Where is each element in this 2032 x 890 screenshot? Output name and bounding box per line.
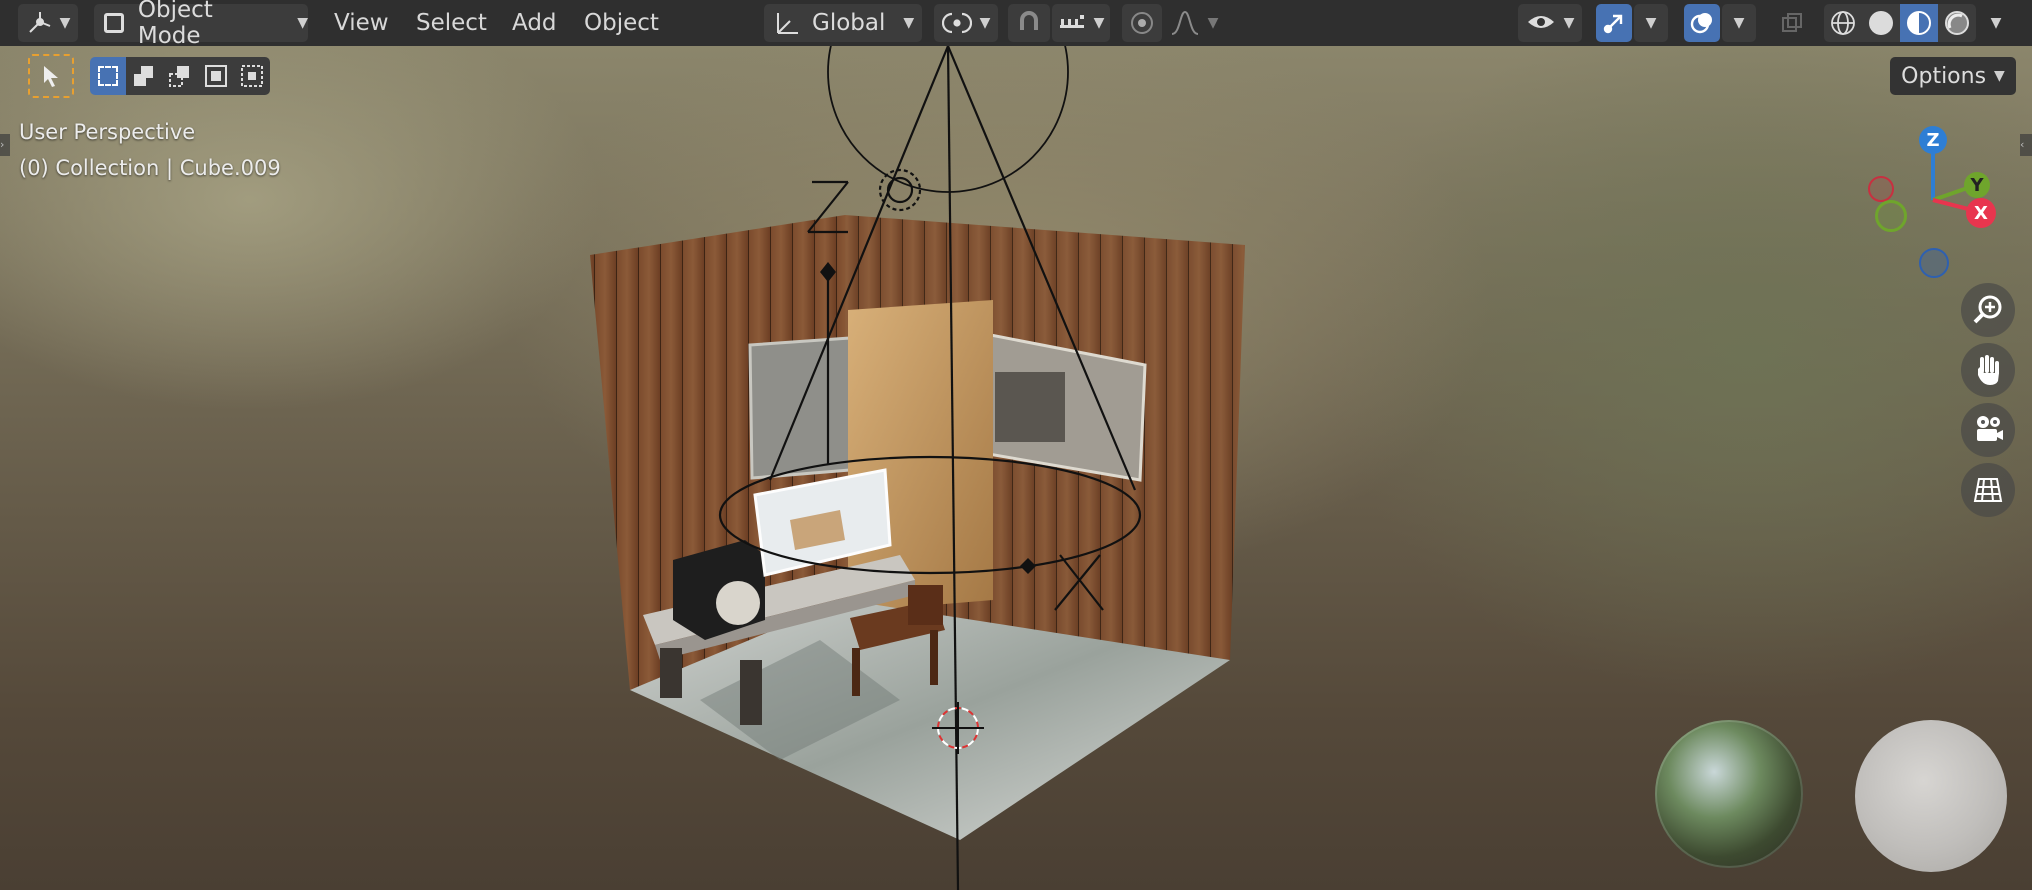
snap-toggle[interactable] — [1008, 4, 1050, 42]
grid-ortho-icon — [1971, 473, 2005, 507]
chevron-down-icon: ▼ — [59, 15, 71, 31]
select-invert-icon — [204, 64, 228, 88]
camera-icon — [1971, 413, 2005, 447]
xray-toggle[interactable] — [1774, 4, 1810, 42]
gizmo-dropdown[interactable]: ▼ — [1634, 4, 1668, 42]
chevron-down-icon: ▼ — [1990, 15, 2002, 31]
options-dropdown[interactable]: Options ▼ — [1890, 57, 2016, 95]
pan-button[interactable] — [1961, 343, 2015, 397]
3d-viewport-icon — [26, 10, 52, 36]
chevron-down-icon: ▼ — [297, 15, 308, 31]
chevron-down-icon: ▼ — [979, 15, 991, 31]
gizmo-y-label: Y — [1970, 174, 1984, 196]
view-name-text: User Perspective — [19, 120, 196, 144]
shading-rendered-button[interactable] — [1938, 4, 1976, 42]
gizmo-x-label: X — [1974, 202, 1988, 224]
select-new-icon — [98, 66, 118, 86]
xray-icon — [1780, 11, 1804, 35]
gizmo-neg-y-axis[interactable] — [1875, 200, 1907, 232]
zoom-button[interactable] — [1961, 283, 2015, 337]
material-preview-sphere — [1855, 720, 2007, 872]
select-mode-extend-button[interactable] — [126, 57, 162, 95]
select-intersect-icon — [240, 64, 264, 88]
shading-material-preview-button[interactable] — [1900, 4, 1938, 42]
pivot-point-selector[interactable]: ▼ — [934, 4, 998, 42]
mode-selector[interactable]: Object Mode ▼ — [94, 0, 308, 49]
menu-object[interactable]: Object — [584, 0, 659, 46]
hdri-preview-sphere — [1655, 720, 1803, 868]
proportional-editing-toggle[interactable] — [1122, 4, 1162, 42]
collection-info-text: (0) Collection | Cube.009 — [19, 156, 281, 180]
select-mode-new-button[interactable] — [90, 57, 126, 95]
overlays-dropdown[interactable]: ▼ — [1722, 4, 1756, 42]
gizmo-y-axis[interactable]: Y — [1964, 172, 1990, 198]
object-visibility-selector[interactable]: ▼ — [1518, 4, 1582, 42]
gizmo-z-label: Z — [1926, 129, 1940, 151]
chevron-down-icon: ▼ — [1645, 15, 1657, 31]
chevron-down-icon: ▼ — [1563, 15, 1575, 31]
select-mode-intersect-button[interactable] — [234, 57, 270, 95]
chevron-down-icon: ▼ — [903, 15, 915, 31]
rendered-icon — [1944, 10, 1970, 36]
falloff-curve-icon — [1170, 10, 1200, 36]
gizmo-arrow-icon — [1602, 11, 1626, 35]
snap-increment-icon — [1058, 11, 1086, 35]
overlay-circles-icon — [1690, 11, 1714, 35]
zoom-icon — [1971, 293, 2005, 327]
gizmo-x-axis[interactable]: X — [1966, 198, 1996, 228]
sidebar-toggle[interactable]: ‹ — [2020, 134, 2032, 156]
pan-hand-icon — [1972, 353, 2004, 387]
chevron-down-icon: ▼ — [1093, 15, 1105, 31]
select-subtract-icon — [168, 64, 192, 88]
gizmo-neg-x-axis[interactable] — [1868, 176, 1894, 202]
tool-settings-bar: Options ▼ — [0, 50, 2032, 102]
navigation-gizmo[interactable]: Z Y X — [1860, 120, 2020, 280]
shading-dropdown[interactable]: ▼ — [1980, 4, 2012, 42]
magnet-icon — [1016, 10, 1042, 36]
menu-add[interactable]: Add — [512, 0, 557, 46]
overlays-toggle[interactable] — [1684, 4, 1720, 42]
wireframe-icon — [1830, 10, 1856, 36]
gizmo-neg-z-axis[interactable] — [1919, 248, 1949, 278]
3d-viewport[interactable]: ▼ Object Mode ▼ View Select Add Object G… — [0, 0, 2032, 890]
orientation-axes-icon — [772, 9, 800, 37]
orientation-label: Global — [812, 10, 886, 36]
chevron-down-icon: ▼ — [1207, 15, 1219, 31]
menu-select[interactable]: Select — [416, 0, 487, 46]
transform-orientation-selector[interactable]: Global ▼ — [764, 4, 922, 42]
ortho-toggle-button[interactable] — [1961, 463, 2015, 517]
menu-view[interactable]: View — [334, 0, 389, 46]
solid-icon — [1869, 11, 1893, 35]
chevron-down-icon: ▼ — [1733, 15, 1745, 31]
select-mode-subtract-button[interactable] — [162, 57, 198, 95]
proportional-falloff-selector[interactable]: ▼ — [1164, 4, 1224, 42]
editor-type-button[interactable]: ▼ — [18, 4, 78, 42]
header-bar: ▼ Object Mode ▼ View Select Add Object G… — [0, 0, 2032, 49]
select-tool-button[interactable] — [28, 54, 74, 98]
gizmo-z-axis[interactable]: Z — [1919, 126, 1947, 154]
select-extend-icon — [132, 64, 156, 88]
left-toolbar-toggle[interactable]: › — [0, 134, 10, 156]
pivot-icon — [941, 10, 972, 36]
camera-view-button[interactable] — [1961, 403, 2015, 457]
mode-label: Object Mode — [137, 0, 213, 49]
cursor-arrow-icon — [41, 64, 61, 88]
material-preview-icon — [1906, 10, 1932, 36]
object-mode-icon — [104, 13, 124, 33]
gizmo-toggle[interactable] — [1596, 4, 1632, 42]
options-label: Options — [1901, 63, 1987, 89]
select-mode-invert-button[interactable] — [198, 57, 234, 95]
proportional-icon — [1131, 12, 1153, 34]
chevron-down-icon: ▼ — [1994, 68, 2005, 84]
shading-wireframe-button[interactable] — [1824, 4, 1862, 42]
snap-target-selector[interactable]: ▼ — [1052, 4, 1110, 42]
eye-cursor-icon — [1526, 10, 1556, 36]
shading-solid-button[interactable] — [1862, 4, 1900, 42]
